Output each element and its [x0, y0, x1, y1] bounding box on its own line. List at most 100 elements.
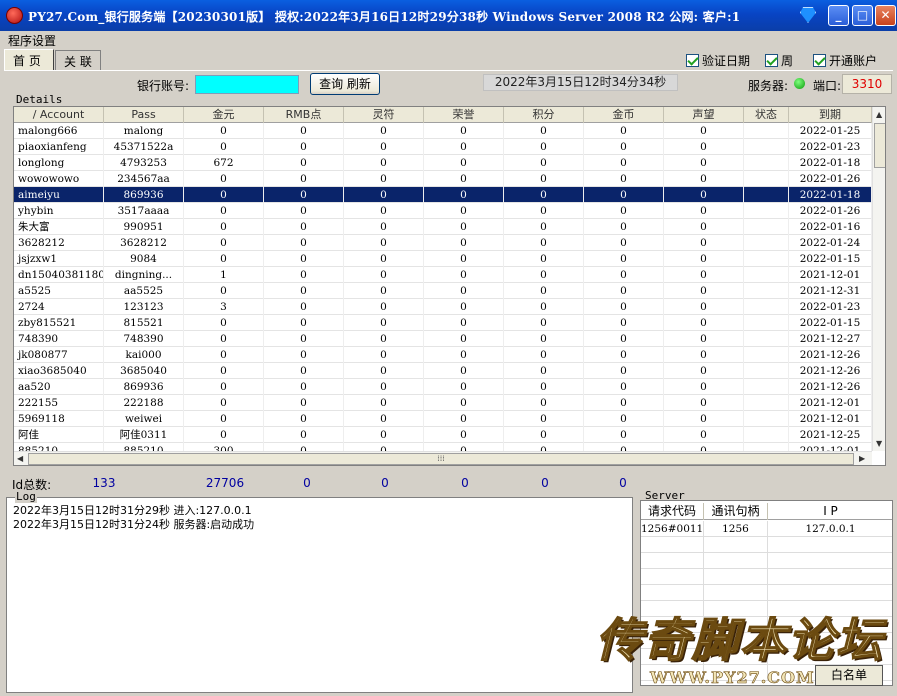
table-row[interactable]: wowowowo 234567aa 0 0 0 0 0 0 0 2022-01-26 — [14, 171, 872, 187]
scroll-right-icon[interactable]: ▶ — [859, 454, 865, 463]
table-row[interactable]: 2724 123123 3 0 0 0 0 0 0 2022-01-23 — [14, 299, 872, 315]
tab-relation[interactable]: 关 联 — [55, 50, 101, 71]
server-cell: 1256#0011 — [641, 521, 704, 537]
table-cell: kai000 — [104, 347, 184, 363]
table-cell: 0 — [264, 139, 344, 155]
table-row[interactable]: jsjzxw1 9084 0 0 0 0 0 0 0 2022-01-15 — [14, 251, 872, 267]
table-row[interactable]: 3628212 3628212 0 0 0 0 0 0 0 2022-01-24 — [14, 235, 872, 251]
table-row[interactable]: piaoxianfeng 45371522a 0 0 0 0 0 0 0 2022-01-23 — [14, 139, 872, 155]
table-row[interactable]: dn15040381180 dingning... 1 0 0 0 0 0 0 2021-12-0… — [14, 267, 872, 283]
details-col-header[interactable]: RMB点 — [264, 107, 344, 123]
table-row[interactable]: 阿佳 阿佳0311 0 0 0 0 0 0 0 2021-12-25 — [14, 427, 872, 443]
table-cell: 2021-12-26 — [789, 347, 872, 363]
table-cell: 672 — [184, 155, 264, 171]
table-cell: 0 — [584, 395, 664, 411]
table-row[interactable]: 朱大富 990951 0 0 0 0 0 0 0 2022-01-16 — [14, 219, 872, 235]
table-cell: 0 — [264, 283, 344, 299]
table-row[interactable]: 748390 748390 0 0 0 0 0 0 0 2021-12-27 — [14, 331, 872, 347]
details-col-header[interactable]: 荣誉 — [424, 107, 504, 123]
checkbox-open-account-box[interactable] — [813, 54, 826, 67]
table-cell: 2724 — [14, 299, 104, 315]
minimize-button[interactable]: _ — [828, 5, 849, 26]
table-cell: 0 — [344, 187, 424, 203]
table-cell: a5525 — [14, 283, 104, 299]
gem-icon[interactable] — [800, 7, 816, 23]
table-cell: 0 — [424, 411, 504, 427]
table-row[interactable]: a5525 aa5525 0 0 0 0 0 0 0 2021-12-31 — [14, 283, 872, 299]
table-row[interactable]: longlong 4793253 672 0 0 0 0 0 0 2022-01-18 — [14, 155, 872, 171]
query-refresh-button[interactable]: 查询 刷新 — [310, 73, 380, 95]
table-cell: 0 — [664, 187, 744, 203]
vertical-scrollbar[interactable]: ▲ ▼ — [872, 107, 885, 451]
table-cell: 0 — [664, 427, 744, 443]
table-cell: 0 — [184, 363, 264, 379]
table-cell — [744, 123, 789, 139]
table-cell: 3685040 — [104, 363, 184, 379]
port-label: 端口: — [813, 79, 842, 93]
table-cell — [744, 187, 789, 203]
table-cell: 0 — [184, 427, 264, 443]
details-col-header[interactable]: 声望 — [664, 107, 744, 123]
checkbox-verify-date[interactable]: 验证日期 — [686, 52, 750, 69]
watermark-logo: 传奇脚本论坛 WWW.PY27.COM — [590, 600, 897, 696]
table-cell — [744, 315, 789, 331]
table-cell: 0 — [184, 315, 264, 331]
table-row[interactable]: malong666 malong 0 0 0 0 0 0 0 2022-01-25 — [14, 123, 872, 139]
port-input[interactable]: 3310 — [842, 74, 892, 94]
server-cell — [704, 585, 768, 601]
checkbox-week-label: 周 — [781, 54, 794, 68]
details-col-header[interactable]: 金币 — [584, 107, 664, 123]
table-cell — [744, 427, 789, 443]
table-row[interactable]: yhybin 3517aaaa 0 0 0 0 0 0 0 2022-01-26 — [14, 203, 872, 219]
tab-home[interactable]: 首 页 — [4, 49, 54, 71]
details-col-header[interactable]: 积分 — [504, 107, 584, 123]
table-row[interactable]: xiao3685040 3685040 0 0 0 0 0 0 0 2021-12-26 — [14, 363, 872, 379]
table-cell: 0 — [344, 203, 424, 219]
horizontal-scroll-thumb[interactable]: ⁞⁞⁞ — [28, 453, 854, 465]
table-cell: 0 — [584, 283, 664, 299]
menu-settings[interactable]: 程序设置 — [8, 32, 56, 49]
details-col-header[interactable]: Pass — [104, 107, 184, 123]
title-bar[interactable]: PY27.Com_银行服务端【20230301版】 授权:2022年3月16日1… — [0, 0, 897, 31]
table-cell: 0 — [344, 411, 424, 427]
table-cell: 2022-01-23 — [789, 299, 872, 315]
table-cell: 0 — [504, 219, 584, 235]
table-cell: 0 — [184, 171, 264, 187]
horizontal-scrollbar[interactable]: ◀ ⁞⁞⁞ ▶ — [14, 451, 872, 465]
checkbox-week[interactable]: 周 — [765, 52, 793, 69]
checkbox-open-account[interactable]: 开通账户 — [813, 52, 877, 69]
total-value: 0 — [461, 476, 469, 490]
checkbox-verify-date-box[interactable] — [686, 54, 699, 67]
bank-account-input[interactable] — [195, 75, 299, 94]
details-col-header[interactable]: 状态 — [744, 107, 789, 123]
table-row[interactable]: jk080877 kai000 0 0 0 0 0 0 0 2021-12-26 — [14, 347, 872, 363]
table-row[interactable]: zby815521 815521 0 0 0 0 0 0 0 2022-01-15 — [14, 315, 872, 331]
table-cell: 0 — [584, 331, 664, 347]
table-cell: piaoxianfeng — [14, 139, 104, 155]
table-row[interactable]: 222155 222188 0 0 0 0 0 0 0 2021-12-01 — [14, 395, 872, 411]
details-col-header[interactable]: / Account — [14, 107, 104, 123]
table-cell: 0 — [664, 283, 744, 299]
checkbox-week-box[interactable] — [765, 54, 778, 67]
close-button[interactable]: ✕ — [875, 5, 896, 26]
server-row[interactable]: 1256#0011 1256 127.0.0.1 — [641, 521, 892, 537]
maximize-button[interactable]: □ — [852, 5, 873, 26]
log-panel[interactable]: 2022年3月15日12时31分29秒 进入:127.0.0.1 2022年3月… — [6, 497, 633, 693]
table-row[interactable]: 5969118 weiwei 0 0 0 0 0 0 0 2021-12-01 — [14, 411, 872, 427]
table-cell: 0 — [584, 155, 664, 171]
table-row[interactable]: aimeiyu 869936 0 0 0 0 0 0 0 2022-01-18 — [14, 187, 872, 203]
table-cell: 0 — [264, 203, 344, 219]
details-col-header[interactable]: 金元 — [184, 107, 264, 123]
vertical-scroll-thumb[interactable] — [874, 123, 885, 168]
details-col-header[interactable]: 到期 — [789, 107, 872, 123]
details-table[interactable]: / Account Pass 金元 RMB点 灵符 荣誉 积分 金币 声望 状态 到期 malong… — [13, 106, 886, 466]
table-cell: 0 — [504, 235, 584, 251]
scroll-up-icon[interactable]: ▲ — [876, 110, 882, 119]
table-row[interactable]: aa520 869936 0 0 0 0 0 0 0 2021-12-26 — [14, 379, 872, 395]
details-label: Details — [15, 93, 64, 106]
scroll-down-icon[interactable]: ▼ — [876, 439, 882, 448]
table-cell: aa520 — [14, 379, 104, 395]
scroll-left-icon[interactable]: ◀ — [17, 454, 23, 463]
table-cell: 0 — [584, 347, 664, 363]
details-col-header[interactable]: 灵符 — [344, 107, 424, 123]
